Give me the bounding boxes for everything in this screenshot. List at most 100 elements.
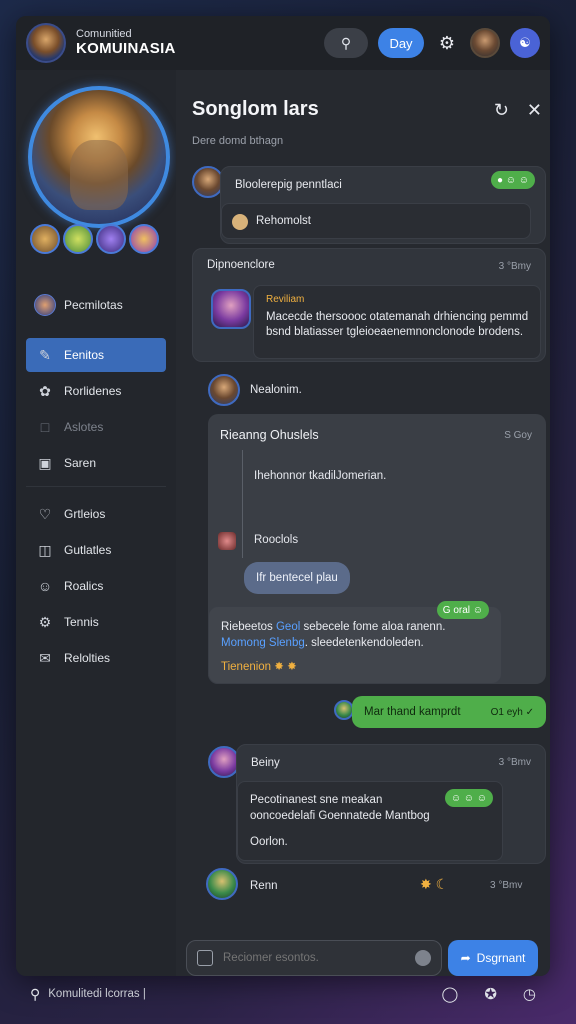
top-bar: Comunitied KOMUINASIA ⚲ Day ⚙ ☯: [16, 16, 550, 70]
chat-panel: Songlom lars Dere domd bthagn ↻ ✕ Bloole…: [176, 70, 550, 976]
chat-header-actions: ↻ ✕: [494, 100, 542, 121]
message-time: S Goy: [504, 430, 532, 441]
sidebar-item-5[interactable]: ♡ Grtleios: [26, 497, 166, 531]
user-avatar[interactable]: [470, 28, 500, 58]
chat-header: Songlom lars Dere domd bthagn ↻ ✕: [192, 98, 542, 147]
avatar[interactable]: [206, 868, 238, 900]
sidebar-item-2[interactable]: ✿ Rorlidenes: [26, 374, 166, 408]
send-label: Dsgrnant: [476, 951, 526, 965]
thread-card: Rieanng Ohuslels S Goy Ihehonnor tkadilJ…: [208, 414, 546, 684]
message-text: Macecde thersoooc otatemanah drhiencing …: [266, 311, 529, 338]
emoji-reactions[interactable]: ✸ ☾: [420, 876, 448, 893]
reaction-badge[interactable]: G oral ☺: [436, 601, 489, 619]
message-time: 3 °Bmv: [498, 757, 531, 768]
sidebar-divider: [26, 486, 166, 487]
window-icon: ▣: [38, 454, 52, 471]
avatar: [34, 294, 56, 316]
search-button[interactable]: ⚲: [324, 28, 368, 58]
avatar: [232, 214, 248, 230]
sidebar-item-9[interactable]: ✉ Relolties: [26, 641, 166, 675]
badge-legend[interactable]: [129, 224, 159, 254]
message-author: Renn: [250, 880, 278, 892]
message-text: Mar thand kamprdt: [364, 706, 461, 718]
sidebar: Pecmilotas ✎ Eenitos ✿ Rorlidenes □ Aslo…: [16, 70, 176, 976]
sidebar-item-label: Pecmilotas: [64, 298, 123, 312]
mention-link[interactable]: Momong Slenbg: [221, 637, 305, 649]
sidebar-item-label: Rorlidenes: [64, 384, 122, 398]
send-icon: ➦: [460, 951, 471, 965]
top-actions: ⚲ Day ⚙ ☯: [324, 28, 540, 58]
avatar: [218, 532, 236, 550]
badge-nature[interactable]: [63, 224, 93, 254]
avatar[interactable]: [208, 374, 240, 406]
close-icon[interactable]: ✕: [527, 100, 542, 121]
avatar: [334, 700, 354, 720]
activity-icon: ☯: [519, 35, 531, 50]
sidebar-item-label: Tennis: [64, 615, 99, 629]
sidebar-item-6[interactable]: ◫ Gutlatles: [26, 533, 166, 567]
thread-line-2: Rooclols: [254, 534, 299, 546]
message-card: Dipnoenclore 3 °Bmy Reviliam Macecde the…: [192, 248, 546, 362]
badge-magic[interactable]: [96, 224, 126, 254]
message-time: O1 eyh ✓: [490, 706, 534, 718]
sidebar-item-0[interactable]: Pecmilotas: [26, 288, 166, 322]
chat-subtitle: Dere domd bthagn: [192, 135, 284, 147]
message-line: Oorlon.: [250, 836, 288, 848]
heart-icon: ♡: [38, 505, 52, 522]
sidebar-item-8[interactable]: ⚙ Tennis: [26, 605, 166, 639]
sidebar-item-label: Grtleios: [64, 507, 106, 521]
highlight-text: Tienenion ✸ ✸: [221, 661, 297, 673]
attach-icon[interactable]: [197, 950, 213, 966]
day-button[interactable]: Day: [378, 28, 424, 58]
clock-icon[interactable]: ◷: [523, 985, 536, 1003]
mention-link[interactable]: Geol: [276, 621, 300, 633]
reaction-badge[interactable]: ● ☺ ☺: [490, 171, 535, 189]
message-time: 3 °Bmv: [490, 880, 523, 891]
mic-icon[interactable]: [415, 950, 431, 966]
profile-hero-avatar[interactable]: [28, 86, 170, 228]
shield-icon[interactable]: ◯: [442, 985, 459, 1003]
community-logo[interactable]: [26, 23, 66, 63]
message-header: Dipnoenclore: [207, 259, 275, 271]
sidebar-item-1[interactable]: ✎ Eenitos: [26, 338, 166, 372]
sidebar-item-label: Saren: [64, 456, 97, 470]
reaction-badge[interactable]: ☺ ☺ ☺: [444, 789, 493, 807]
reply-text: Rehomolst: [256, 215, 311, 227]
chat-icon: ✉: [39, 649, 51, 666]
message-card: Bloolerepig penntlaci ● ☺ ☺ Rehomolst: [220, 166, 546, 244]
brand-title: KOMUINASIA: [76, 39, 176, 57]
badge-warrior[interactable]: [30, 224, 60, 254]
badge-row: [30, 224, 159, 254]
message-card: Beiny 3 °Bmv Pecotinanest sne meakan oon…: [236, 744, 546, 864]
message-author: Beiny: [251, 757, 280, 769]
settings-icon[interactable]: ⚙: [434, 30, 460, 56]
gear-icon: ⚙: [38, 613, 52, 630]
thread-title: Rieanng Ohuslels: [220, 428, 319, 442]
sidebar-item-label: Eenitos: [64, 348, 105, 362]
avatar[interactable]: [211, 289, 251, 329]
activity-button[interactable]: ☯: [510, 28, 540, 58]
sidebar-item-3[interactable]: □ Aslotes: [26, 410, 166, 444]
thread-tag[interactable]: Ifr bentecel plau: [244, 562, 350, 594]
reply-box: Rehomolst: [221, 203, 531, 239]
search-icon[interactable]: ⚲: [30, 986, 40, 1003]
message-line: Pecotinanest sne meakan: [250, 794, 383, 806]
layout-icon: ◫: [38, 541, 52, 558]
sidebar-item-label: Relolties: [64, 651, 111, 665]
smile-icon: ☺: [37, 578, 53, 594]
sidebar-item-label: Roalics: [64, 579, 104, 593]
message-author: Nealonim.: [250, 384, 302, 396]
send-button[interactable]: ➦ Dsgrnant: [448, 940, 538, 976]
brand: Comunitied KOMUINASIA: [76, 29, 176, 56]
sidebar-item-label: Aslotes: [64, 420, 104, 434]
sidebar-item-label: Gutlatles: [64, 543, 112, 557]
bottom-bar-text: Komulitedi lcorras |: [48, 988, 146, 1000]
leaf-icon: ✿: [39, 382, 51, 399]
compass-icon[interactable]: ✪: [484, 985, 497, 1003]
thread-line-1: Ihehonnor tkadilJomerian.: [254, 470, 387, 482]
sidebar-item-7[interactable]: ☺ Roalics: [26, 569, 166, 603]
message-input[interactable]: [223, 952, 415, 964]
sidebar-item-4[interactable]: ▣ Saren: [26, 446, 166, 480]
refresh-icon[interactable]: ↻: [494, 100, 509, 121]
message-card: Riebeetos Geol sebecele fome aloa ranenn…: [208, 601, 502, 684]
